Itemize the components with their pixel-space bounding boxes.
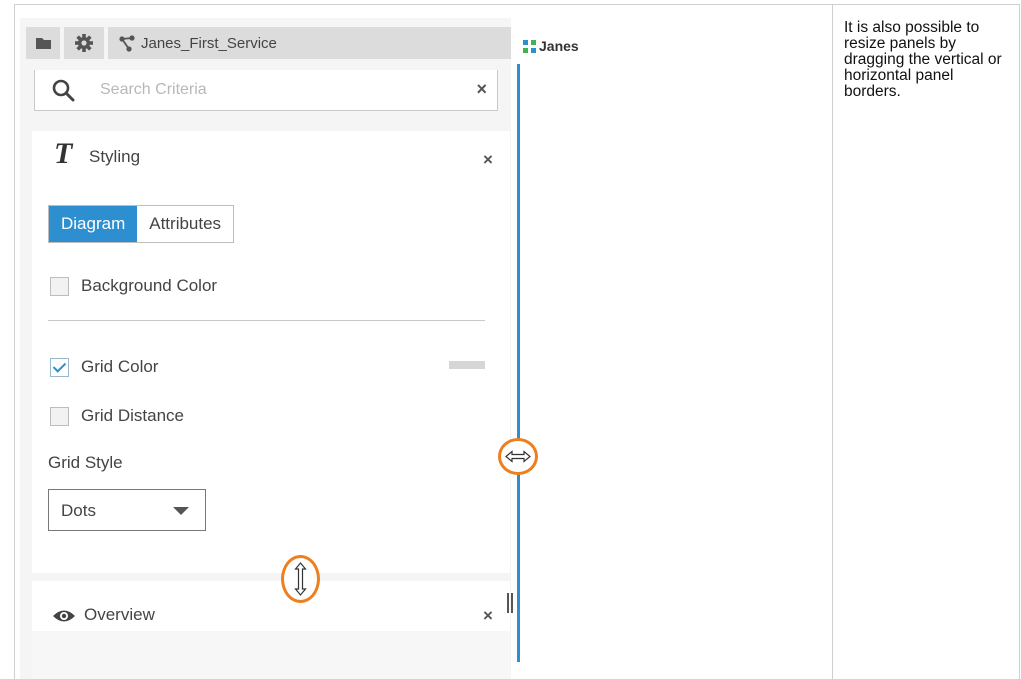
overview-panel: Overview ×: [32, 581, 510, 679]
grid-style-value: Dots: [61, 501, 96, 520]
horizontal-resize-cursor-icon: [505, 450, 531, 463]
grid-style-label: Grid Style: [48, 453, 123, 472]
diagram-icon: [523, 40, 536, 53]
column-divider: [832, 4, 833, 679]
service-icon: [119, 35, 135, 52]
grid-color-swatch[interactable]: [449, 361, 485, 369]
grid-style-select[interactable]: Dots: [48, 489, 206, 531]
clear-search-icon[interactable]: ×: [476, 79, 487, 100]
search-icon: [52, 79, 75, 102]
grid-distance-label: Grid Distance: [81, 406, 184, 425]
grid-color-label: Grid Color: [81, 357, 159, 376]
styling-tabs: Diagram Attributes: [48, 205, 235, 243]
search-box[interactable]: Search Criteria ×: [34, 70, 498, 111]
chevron-down-icon: [173, 507, 189, 515]
background-color-checkbox[interactable]: [50, 277, 69, 296]
tab-attributes[interactable]: Attributes: [137, 206, 234, 242]
horizontal-resize-highlight: [498, 438, 538, 475]
background-color-label: Background Color: [81, 276, 218, 295]
search-input[interactable]: Search Criteria: [100, 81, 207, 99]
styling-icon: T: [54, 137, 73, 170]
left-toolbar: Janes_First_Service: [20, 18, 511, 66]
vertical-panel-border[interactable]: [517, 64, 520, 662]
overview-content: [32, 631, 510, 679]
close-styling-icon[interactable]: ×: [483, 150, 493, 170]
grid-distance-checkbox[interactable]: [50, 407, 69, 426]
close-overview-icon[interactable]: ×: [483, 606, 493, 626]
styling-panel: T Styling × Diagram Attributes Backgroun…: [32, 131, 510, 573]
eye-icon: [53, 610, 75, 622]
section-divider: [48, 320, 485, 321]
settings-button[interactable]: [64, 27, 104, 59]
overview-title: Overview: [84, 605, 155, 624]
tab-diagram[interactable]: Diagram: [49, 206, 138, 242]
vertical-resize-cursor-icon: [294, 562, 307, 596]
folder-icon: [36, 38, 51, 49]
service-tab-label: Janes_First_Service: [141, 35, 277, 52]
vertical-resize-highlight: [281, 555, 320, 603]
folder-button[interactable]: [26, 27, 60, 59]
gear-icon: [75, 34, 93, 52]
resize-grip-icon[interactable]: [507, 593, 513, 613]
editor-tab-label: Janes: [539, 38, 579, 54]
styling-title: Styling: [89, 147, 141, 166]
instruction-note: It is also possible to resize panels by …: [844, 19, 1002, 100]
service-tab[interactable]: Janes_First_Service: [108, 27, 511, 59]
grid-color-checkbox[interactable]: [50, 358, 69, 377]
left-panel: Janes_First_Service Search Criteria × T …: [20, 18, 511, 679]
editor-tab[interactable]: Janes: [519, 31, 592, 65]
